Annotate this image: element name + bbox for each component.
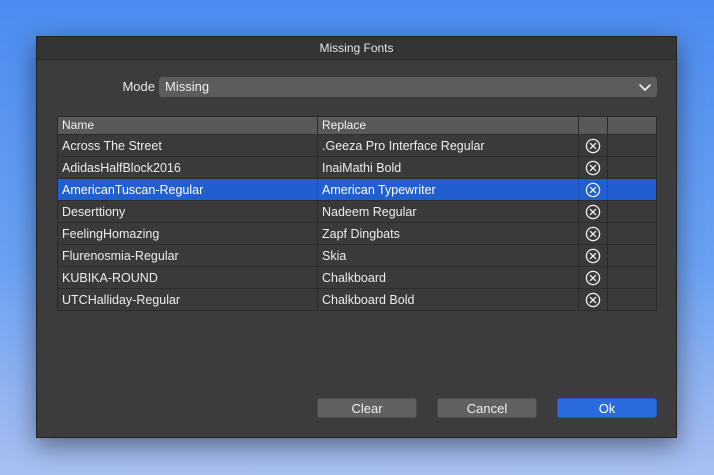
replacement-font-cell[interactable]: Nadeem Regular (318, 201, 579, 222)
chevron-down-icon (639, 84, 651, 91)
circle-x-icon (585, 292, 601, 307)
extra-cell (608, 223, 656, 244)
replacement-font-cell[interactable]: .Geeza Pro Interface Regular (318, 135, 579, 156)
table-row[interactable]: AmericanTuscan-Regular American Typewrite… (58, 179, 656, 201)
table-row[interactable]: AdidasHalfBlock2016 InaiMathi Bold (58, 157, 656, 179)
circle-x-icon (585, 182, 601, 197)
extra-cell (608, 289, 656, 310)
ok-button[interactable]: Ok (557, 398, 657, 418)
column-header-extra (608, 117, 656, 134)
extra-cell (608, 201, 656, 222)
replacement-font-cell[interactable]: Skia (318, 245, 579, 266)
font-name-cell: Deserttiony (58, 201, 318, 222)
remove-replacement-button[interactable] (579, 223, 608, 244)
replacement-font-cell[interactable]: InaiMathi Bold (318, 157, 579, 178)
mode-label: Mode (122, 79, 155, 94)
fonts-table: Name Replace Across The Street .Geeza Pro… (57, 116, 657, 311)
circle-x-icon (585, 226, 601, 241)
font-name-cell: Across The Street (58, 135, 318, 156)
replacement-font-cell[interactable]: Chalkboard (318, 267, 579, 288)
font-name-cell: AdidasHalfBlock2016 (58, 157, 318, 178)
replacement-font-cell[interactable]: Zapf Dingbats (318, 223, 579, 244)
dialog-title: Missing Fonts (37, 37, 676, 60)
clear-button[interactable]: Clear (317, 398, 417, 418)
column-header-remove (579, 117, 608, 134)
missing-fonts-dialog: Missing Fonts Mode Missing Name Replace … (36, 36, 677, 438)
table-header: Name Replace (58, 117, 656, 135)
remove-replacement-button[interactable] (579, 135, 608, 156)
cancel-button[interactable]: Cancel (437, 398, 537, 418)
font-name-cell: KUBIKA-ROUND (58, 267, 318, 288)
circle-x-icon (585, 270, 601, 285)
font-name-cell: UTCHalliday-Regular (58, 289, 318, 310)
font-name-cell: Flurenosmia-Regular (58, 245, 318, 266)
replacement-font-cell[interactable]: Chalkboard Bold (318, 289, 579, 310)
font-name-cell: AmericanTuscan-Regular (58, 179, 318, 200)
remove-replacement-button[interactable] (579, 289, 608, 310)
table-row[interactable]: UTCHalliday-Regular Chalkboard Bold (58, 289, 656, 311)
column-header-name[interactable]: Name (58, 117, 318, 134)
mode-dropdown[interactable]: Missing (159, 77, 657, 97)
table-body: Across The Street .Geeza Pro Interface Re… (58, 135, 656, 311)
remove-replacement-button[interactable] (579, 179, 608, 200)
remove-replacement-button[interactable] (579, 157, 608, 178)
remove-replacement-button[interactable] (579, 245, 608, 266)
remove-replacement-button[interactable] (579, 267, 608, 288)
table-row[interactable]: Across The Street .Geeza Pro Interface Re… (58, 135, 656, 157)
extra-cell (608, 157, 656, 178)
circle-x-icon (585, 204, 601, 219)
remove-replacement-button[interactable] (579, 201, 608, 222)
replacement-font-cell[interactable]: American Typewriter (318, 179, 579, 200)
column-header-replace[interactable]: Replace (318, 117, 579, 134)
extra-cell (608, 135, 656, 156)
font-name-cell: FeelingHomazing (58, 223, 318, 244)
table-row[interactable]: Flurenosmia-Regular Skia (58, 245, 656, 267)
extra-cell (608, 245, 656, 266)
circle-x-icon (585, 160, 601, 175)
table-row[interactable]: FeelingHomazing Zapf Dingbats (58, 223, 656, 245)
mode-selected-value: Missing (165, 79, 210, 94)
circle-x-icon (585, 138, 601, 153)
mode-row: Mode Missing (37, 77, 676, 97)
table-row[interactable]: KUBIKA-ROUND Chalkboard (58, 267, 656, 289)
extra-cell (608, 267, 656, 288)
extra-cell (608, 179, 656, 200)
table-row[interactable]: Deserttiony Nadeem Regular (58, 201, 656, 223)
circle-x-icon (585, 248, 601, 263)
